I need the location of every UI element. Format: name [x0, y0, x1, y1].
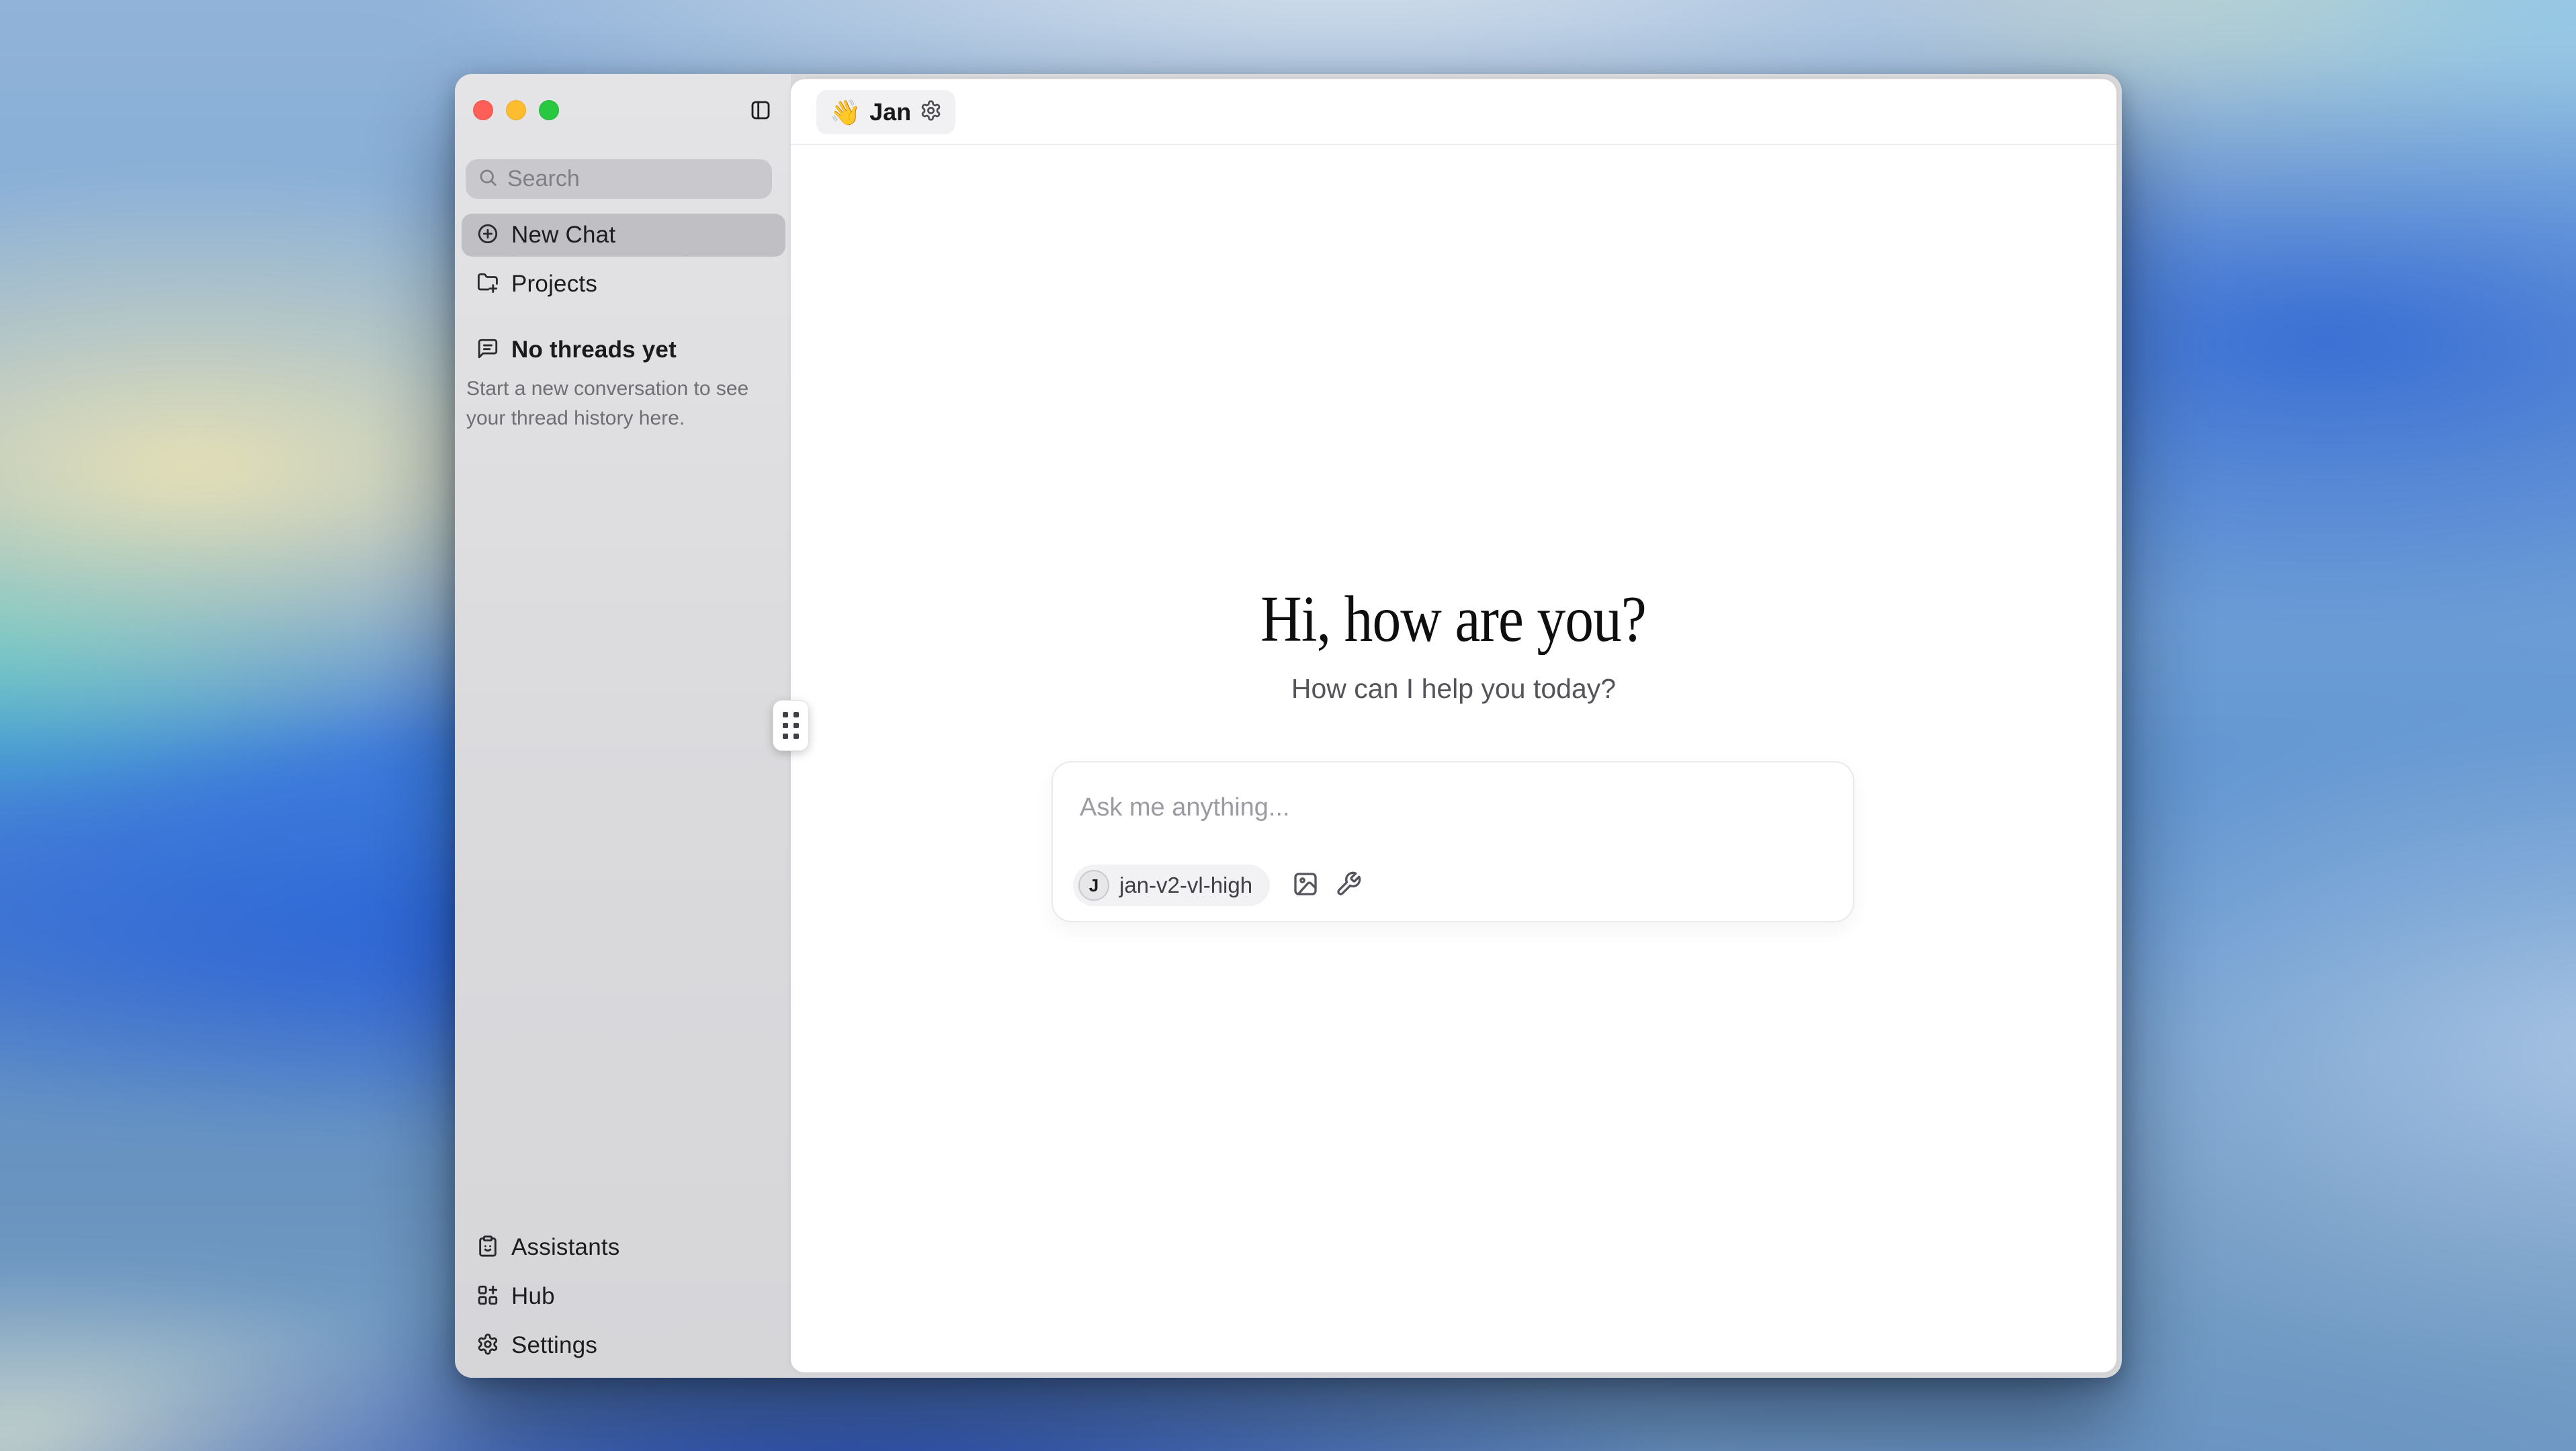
desktop: Search New Chat Projects No threads yet [0, 0, 2576, 1451]
close-button[interactable] [473, 100, 493, 120]
greeting-title: Hi, how are you? [1261, 582, 1647, 656]
message-square-icon [476, 337, 499, 363]
clipboard-smile-icon [476, 1235, 499, 1261]
sidebar-item-projects[interactable]: Projects [462, 263, 785, 306]
threads-empty-description: Start a new conversation to see your thr… [466, 374, 762, 433]
circle-plus-icon [476, 222, 499, 249]
sidebar: Search New Chat Projects No threads yet [455, 74, 791, 1378]
assistant-name: Jan [869, 98, 911, 126]
greeting-block: Hi, how are you? [791, 582, 2116, 656]
panel-left-icon [750, 99, 771, 124]
zoom-button[interactable] [539, 100, 559, 120]
sidebar-resize-handle[interactable] [773, 700, 809, 751]
sidebar-item-new-chat[interactable]: New Chat [462, 214, 785, 257]
sidebar-item-settings[interactable]: Settings [462, 1325, 785, 1366]
sidebar-item-label: Settings [511, 1332, 597, 1359]
folder-plus-icon [476, 271, 499, 298]
wrench-icon [1335, 871, 1362, 901]
search-placeholder: Search [507, 166, 580, 192]
sidebar-item-hub[interactable]: Hub [462, 1276, 785, 1317]
model-avatar: J [1078, 870, 1109, 901]
gear-icon [476, 1333, 499, 1359]
chat-panel: 👋 Jan Hi, how are you? How can I help yo… [791, 79, 2116, 1372]
model-name: jan-v2-vl-high [1119, 873, 1252, 898]
sidebar-item-label: New Chat [511, 222, 615, 249]
minimize-button[interactable] [506, 100, 526, 120]
model-selector[interactable]: J jan-v2-vl-high [1073, 865, 1270, 906]
message-input[interactable]: Ask me anything... [1080, 793, 1826, 822]
search-icon [478, 167, 498, 191]
grid-plus-icon [476, 1284, 499, 1310]
grip-dots-icon [783, 712, 799, 739]
assistant-selector[interactable]: 👋 Jan [816, 90, 955, 134]
gear-icon[interactable] [920, 99, 942, 125]
sidebar-toggle-button[interactable] [748, 99, 773, 124]
attach-image-button[interactable] [1290, 870, 1321, 901]
message-composer[interactable]: Ask me anything... J jan-v2-vl-high [1051, 761, 1854, 922]
search-input[interactable]: Search [466, 159, 772, 199]
window-controls [473, 100, 559, 120]
jan-app-window: Search New Chat Projects No threads yet [455, 74, 2122, 1378]
greeting-subtitle: How can I help you today? [791, 673, 2116, 705]
tools-button[interactable] [1333, 870, 1364, 901]
composer-toolbar: J jan-v2-vl-high [1073, 865, 1364, 906]
chat-header: 👋 Jan [791, 79, 2116, 145]
threads-empty-state: No threads yet [462, 328, 785, 371]
sidebar-item-label: Projects [511, 271, 597, 298]
sidebar-item-label: Assistants [511, 1234, 620, 1261]
sidebar-item-assistants[interactable]: Assistants [462, 1227, 785, 1268]
sidebar-item-label: Hub [511, 1283, 555, 1310]
threads-empty-title: No threads yet [511, 337, 677, 363]
wave-emoji-icon: 👋 [830, 100, 861, 125]
image-icon [1292, 871, 1319, 901]
